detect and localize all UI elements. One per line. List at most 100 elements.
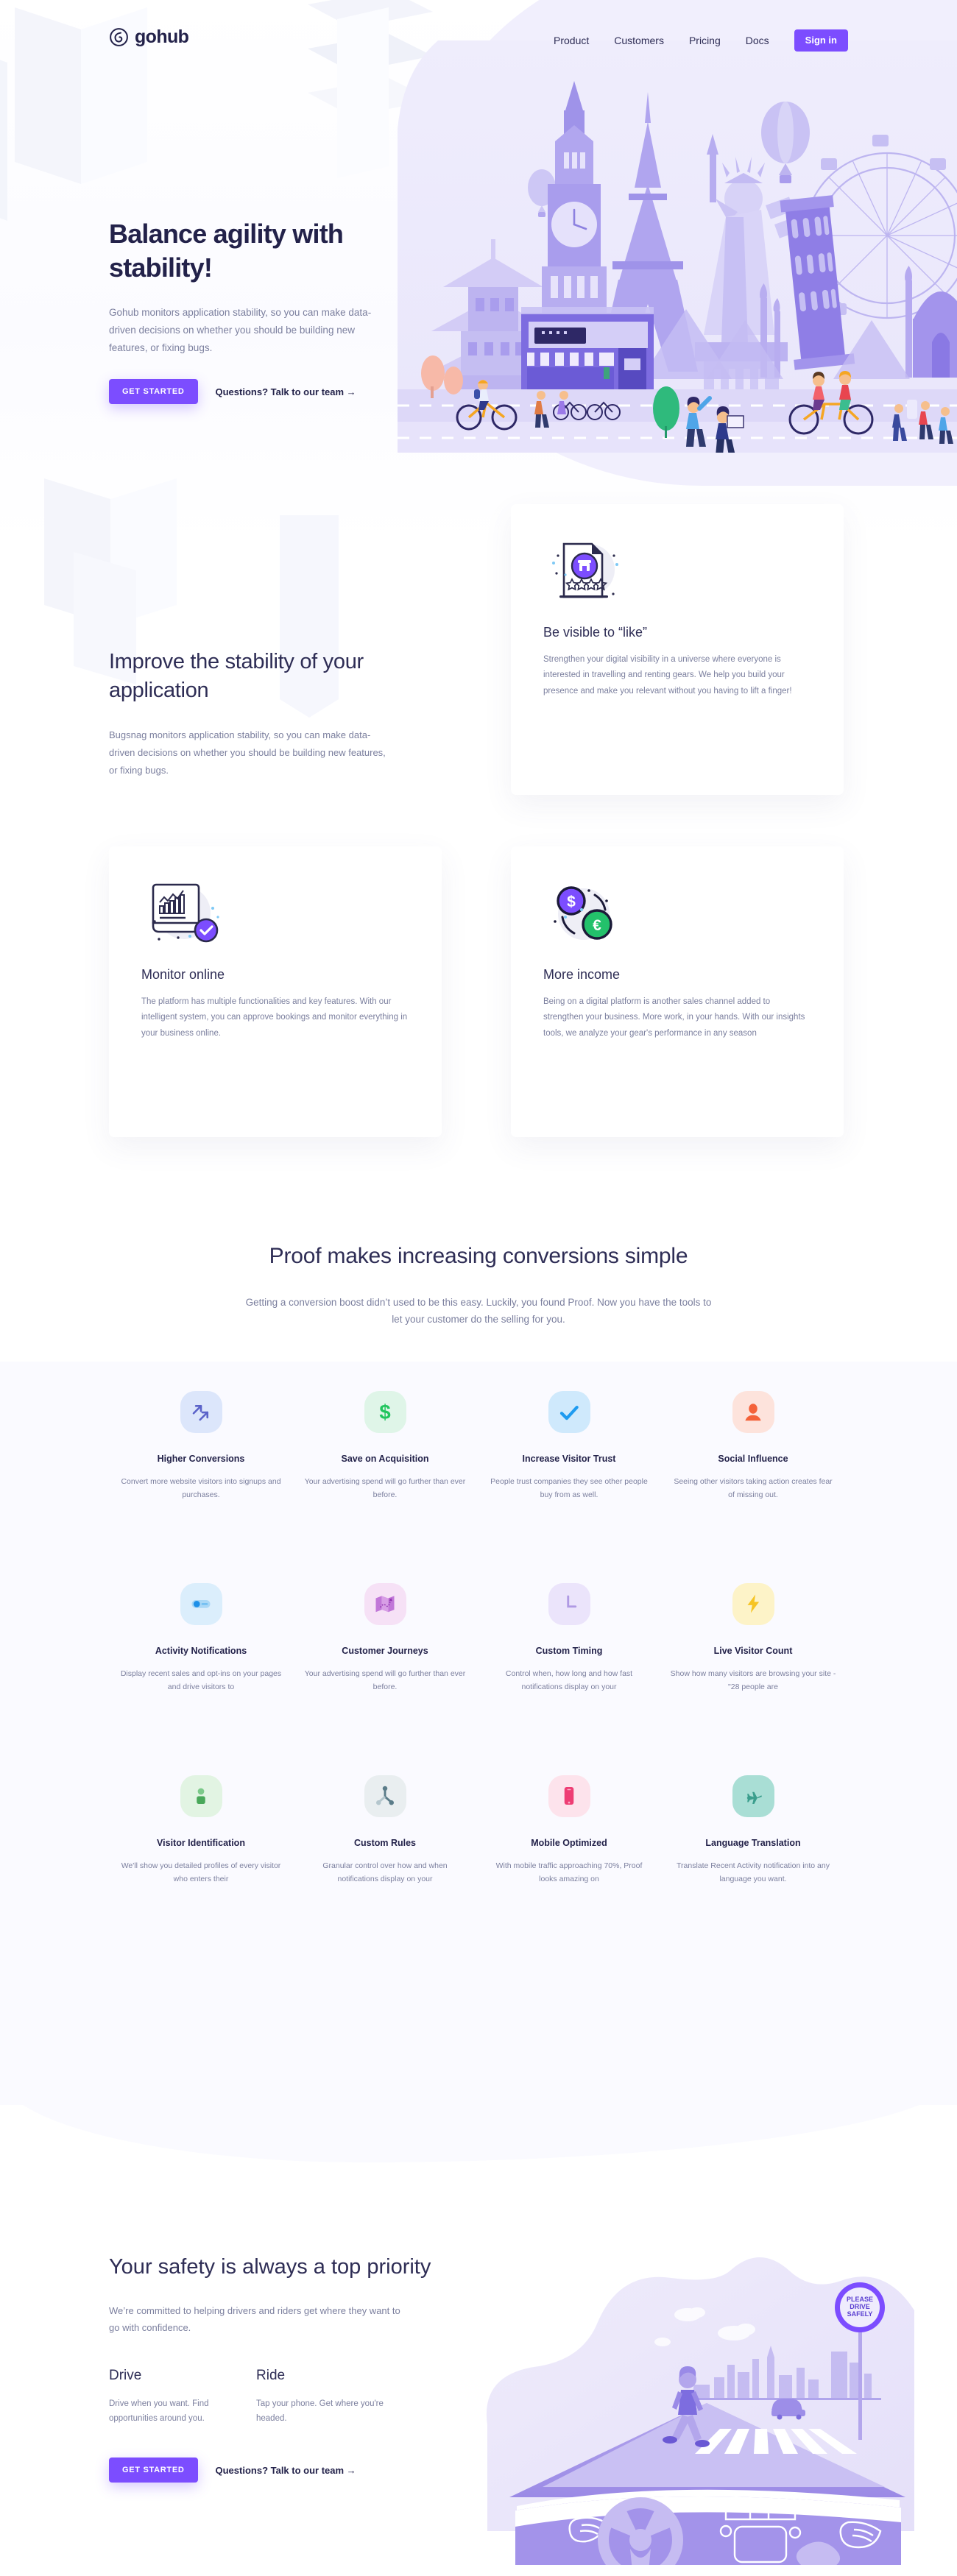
gohub-logo-icon xyxy=(110,28,128,46)
feature-text: With mobile traffic approaching 70%, Pro… xyxy=(495,1861,643,1883)
document-store-rating-icon xyxy=(552,542,618,598)
card-monitor-online[interactable]: Monitor online The platform has multiple… xyxy=(109,846,442,1137)
column-text: Tap your phone. Get where you're headed. xyxy=(256,2399,384,2424)
safety-column-ride: Ride Tap your phone. Get where you're he… xyxy=(256,2368,403,2427)
logo-text: gohub xyxy=(135,26,189,47)
safety-copy: Your safety is always a top priority We’… xyxy=(109,2252,455,2483)
stability-subtitle: Bugsnag monitors application stability, … xyxy=(109,729,386,776)
safety-cta-group: GET STARTED Questions? Talk to our team … xyxy=(109,2458,455,2483)
feature-text: Your advertising spend will go further t… xyxy=(304,1669,466,1692)
person-badge-icon-wrap xyxy=(180,1774,222,1817)
proof-feature-grid: Higher Conversions Convert more website … xyxy=(109,1391,845,1886)
toggle-notification-icon xyxy=(191,1600,211,1608)
clock-icon xyxy=(567,1595,577,1608)
person-badge-icon xyxy=(197,1788,205,1804)
safety-section: Your safety is always a top priority We’… xyxy=(0,2201,957,2576)
svg-text:$: $ xyxy=(567,894,576,910)
feature-title: Language Translation xyxy=(705,1837,801,1848)
hero-section: Balance agility with stability! Gohub mo… xyxy=(0,0,957,545)
laptop-chart-check-icon xyxy=(152,883,219,943)
feature-live-visitor-count[interactable]: Live Visitor Count Show how many visitor… xyxy=(661,1582,845,1694)
proof-header: Proof makes increasing conversions simpl… xyxy=(0,1244,957,1328)
feature-mobile-optimized[interactable]: Mobile Optimized With mobile traffic app… xyxy=(477,1774,661,1886)
hero-title: Balance agility with stability! xyxy=(109,219,344,283)
feature-title: Mobile Optimized xyxy=(531,1837,607,1848)
column-title: Ride xyxy=(256,2367,286,2383)
feature-save-on-acquisition[interactable]: $ Save on Acquisition Your advertising s… xyxy=(293,1391,477,1502)
feature-visitor-identification[interactable]: Visitor Identification We'll show you de… xyxy=(109,1774,293,1886)
feature-language-translation[interactable]: Language Translation Translate Recent Ac… xyxy=(661,1774,845,1886)
feature-title: Custom Rules xyxy=(353,1837,417,1848)
card-text: Being on a digital platform is another s… xyxy=(543,997,805,1038)
check-mark-icon-wrap xyxy=(548,1391,590,1433)
card-title: More income xyxy=(543,967,621,982)
feature-custom-timing[interactable]: Custom Timing Control when, how long and… xyxy=(477,1582,661,1694)
feature-text: Show how many visitors are browsing your… xyxy=(670,1669,836,1692)
toggle-notification-icon-wrap xyxy=(180,1582,222,1625)
map-route-icon-wrap xyxy=(364,1582,406,1625)
mobile-phone-icon xyxy=(564,1787,574,1805)
card-icon-wrap xyxy=(141,879,409,946)
safety-talk-to-team-link[interactable]: Questions? Talk to our team → xyxy=(216,2465,356,2476)
hero-subtitle: Gohub monitors application stability, so… xyxy=(109,307,372,354)
airplane-icon-wrap xyxy=(732,1774,774,1817)
feature-text: Seeing other visitors taking action crea… xyxy=(674,1477,833,1500)
proof-subtitle: Getting a conversion boost didn’t used t… xyxy=(245,1297,712,1326)
card-text: The platform has multiple functionalitie… xyxy=(141,997,408,1038)
hero-travel-illustration xyxy=(398,40,957,453)
nav-item-customers[interactable]: Customers xyxy=(614,35,664,46)
feature-higher-conversions[interactable]: Higher Conversions Convert more website … xyxy=(109,1391,293,1502)
feature-activity-notifications[interactable]: Activity Notifications Display recent sa… xyxy=(109,1582,293,1694)
svg-text:$: $ xyxy=(379,1401,390,1423)
hero-cta-group: GET STARTED Questions? Talk to our team … xyxy=(109,379,403,405)
proof-title: Proof makes increasing conversions simpl… xyxy=(269,1244,688,1268)
logo[interactable]: gohub xyxy=(109,26,189,48)
safety-driving-illustration: PLEASE DRIVE SAFELY xyxy=(486,2257,914,2565)
svg-text:SAFELY: SAFELY xyxy=(847,2310,873,2318)
sign-in-button[interactable]: Sign in xyxy=(794,29,848,52)
svg-text:DRIVE: DRIVE xyxy=(850,2303,870,2310)
dollar-sign-icon-wrap: $ xyxy=(364,1391,406,1433)
stability-copy: Improve the stability of your applicatio… xyxy=(109,648,403,779)
feature-text: Convert more website visitors into signu… xyxy=(121,1477,281,1500)
card-be-visible[interactable]: Be visible to “like” Strengthen your dig… xyxy=(511,504,844,795)
feature-text: Control when, how long and how fast noti… xyxy=(505,1669,633,1692)
feature-title: Visitor Identification xyxy=(157,1837,245,1848)
dollar-sign-icon: $ xyxy=(379,1401,390,1423)
feature-customer-journeys[interactable]: Customer Journeys Your advertising spend… xyxy=(293,1582,477,1694)
feature-text: Display recent sales and opt-ins on your… xyxy=(120,1669,282,1692)
feature-title: Activity Notifications xyxy=(155,1645,247,1656)
proof-features-section: Proof makes increasing conversions simpl… xyxy=(0,1178,957,2162)
svg-text:PLEASE: PLEASE xyxy=(847,2296,873,2303)
lightning-bolt-icon xyxy=(747,1594,760,1613)
hero-get-started-button[interactable]: GET STARTED xyxy=(109,379,198,405)
nav-item-pricing[interactable]: Pricing xyxy=(689,35,721,46)
landing-page: gohub Product Customers Pricing Docs Sig… xyxy=(0,0,957,2576)
feature-title: Custom Timing xyxy=(535,1645,603,1656)
safety-get-started-button[interactable]: GET STARTED xyxy=(109,2458,198,2483)
check-mark-icon xyxy=(559,1405,579,1420)
branch-nodes-icon-wrap xyxy=(364,1774,406,1817)
mobile-phone-icon-wrap xyxy=(548,1774,590,1817)
feature-title: Save on Acquisition xyxy=(341,1454,429,1464)
card-more-income[interactable]: $ € More income Being on a digital platf… xyxy=(511,846,844,1137)
feature-social-influence[interactable]: Social Influence Seeing other visitors t… xyxy=(661,1391,845,1502)
feature-title: Higher Conversions xyxy=(157,1454,245,1464)
column-title: Drive xyxy=(109,2367,142,2383)
feature-title: Increase Visitor Trust xyxy=(522,1454,616,1464)
safety-columns: Drive Drive when you want. Find opportun… xyxy=(109,2368,455,2427)
lightning-bolt-icon-wrap xyxy=(732,1582,774,1625)
feature-increase-visitor-trust[interactable]: Increase Visitor Trust People trust comp… xyxy=(477,1391,661,1502)
stability-section: Improve the stability of your applicatio… xyxy=(0,504,957,1137)
safety-column-drive: Drive Drive when you want. Find opportun… xyxy=(109,2368,256,2427)
safety-title: Your safety is always a top priority xyxy=(109,2255,431,2279)
feature-title: Live Visitor Count xyxy=(713,1645,793,1656)
arrows-growth-icon-wrap xyxy=(180,1391,222,1433)
feature-custom-rules[interactable]: Custom Rules Granular control over how a… xyxy=(293,1774,477,1886)
card-title: Be visible to “like” xyxy=(543,625,648,640)
safety-subtitle: We’re committed to helping drivers and r… xyxy=(109,2305,400,2334)
nav-item-docs[interactable]: Docs xyxy=(746,35,769,46)
hero-talk-to-team-link[interactable]: Questions? Talk to our team → xyxy=(216,386,356,397)
nav-item-product[interactable]: Product xyxy=(554,35,589,46)
user-silhouette-icon-wrap xyxy=(732,1391,774,1433)
